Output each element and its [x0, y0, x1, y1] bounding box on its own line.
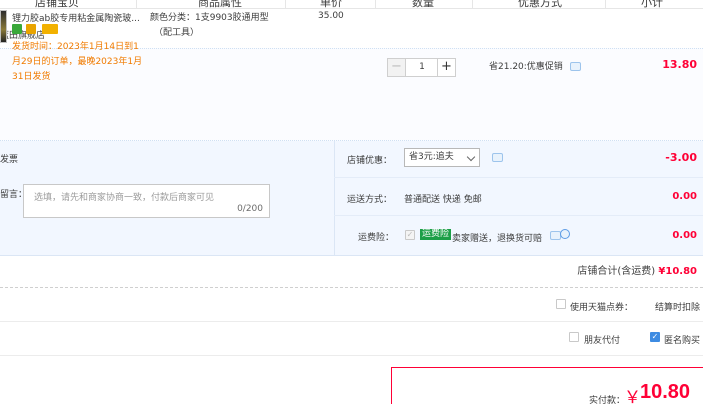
chevron-down-icon	[466, 152, 476, 162]
column-attributes: 商品属性	[198, 0, 242, 9]
invoice-label[interactable]: 发票	[0, 152, 18, 165]
shipping-time-note: 发货时间：2023年1月14日到1 月29日的订单，最晚2023年1月 31日发…	[12, 42, 143, 82]
decrease-quantity-button[interactable]: −	[387, 58, 406, 77]
guarantee-icon	[26, 24, 36, 34]
column-divider	[136, 0, 137, 8]
friend-pay-checkbox[interactable]	[569, 332, 579, 342]
use-points-checkbox[interactable]	[556, 299, 566, 309]
column-header: 店铺宝贝 商品属性 单价 数量 优惠方式 小计	[0, 0, 703, 9]
shop-total-amount: ¥10.80	[658, 266, 697, 277]
freight-insurance-tag: 运费险	[420, 229, 452, 240]
column-divider	[472, 0, 473, 8]
discount-method: 省21.20:优惠促销	[489, 62, 563, 72]
column-divider	[375, 0, 376, 8]
column-unit-price: 单价	[320, 0, 342, 9]
buyer-message-field[interactable]: 选填，请先和商家协商一致，付款后商家可见 0/200	[23, 184, 270, 218]
product-title[interactable]: 锂力胶ab胶专用粘金属陶瓷玻...	[12, 11, 142, 24]
row-divider	[334, 177, 703, 178]
friend-pay-label: 朋友代付	[584, 336, 621, 346]
column-shop-items: 店铺宝贝	[35, 0, 79, 9]
actual-payment-label: 实付款：	[589, 396, 626, 404]
use-points-label: 使用天猫点券：	[570, 303, 634, 313]
anonymous-purchase-checkbox[interactable]: ✓	[650, 332, 660, 342]
shop-total: 店铺合计(含运费) ¥10.80	[577, 266, 697, 277]
actual-payment-amount: 10.80	[640, 381, 691, 403]
freight-insurance-note: 卖家赠送，退换货可赔	[452, 234, 543, 244]
row-divider	[0, 321, 703, 322]
payment-summary: 实付款： ￥ 10.80	[391, 367, 703, 404]
shop-discount-select[interactable]: 省3元:追夫	[404, 148, 480, 167]
insurance-fee: 0.00	[672, 230, 697, 241]
shop-discount-label: 店铺优惠：	[347, 156, 393, 166]
promo-info-icon[interactable]	[570, 62, 581, 71]
freight-insurance-label: 运费险：	[358, 233, 395, 243]
credit-card-icon	[42, 24, 58, 34]
product-attributes: 颜色分类：1支9903胶通用型 （配工具）	[150, 13, 269, 38]
message-char-count: 0/200	[237, 204, 263, 214]
item-subtotal: 13.80	[662, 58, 697, 71]
row-divider	[334, 215, 703, 216]
help-icon[interactable]	[560, 229, 570, 239]
delivery-method: 普通配送 快递 免邮	[404, 195, 482, 205]
row-divider	[0, 355, 703, 356]
discount-info-icon[interactable]	[492, 153, 503, 162]
delivery-label: 运送方式：	[347, 195, 393, 205]
column-quantity: 数量	[412, 0, 434, 9]
message-placeholder: 选填，请先和商家协商一致，付款后商家可见	[34, 193, 215, 203]
panel-divider	[334, 141, 335, 256]
column-divider	[285, 0, 286, 8]
column-divider	[605, 0, 606, 8]
column-subtotal: 小计	[641, 0, 663, 9]
delivery-fee: 0.00	[672, 191, 697, 202]
unit-price: 35.00	[318, 11, 344, 21]
currency-symbol: ￥	[624, 388, 641, 404]
column-discount: 优惠方式	[518, 0, 562, 9]
points-note: 结算时扣除	[655, 303, 701, 313]
section-divider	[0, 287, 703, 288]
anonymous-purchase-label: 匿名购买	[664, 336, 701, 346]
shop-discount-amount: -3.00	[665, 151, 697, 164]
product-thumbnail[interactable]	[0, 10, 7, 43]
seven-day-return-icon	[12, 24, 22, 34]
increase-quantity-button[interactable]: +	[437, 58, 456, 77]
freight-insurance-checkbox[interactable]: ✓	[405, 230, 415, 240]
quantity-input[interactable]: 1	[406, 58, 438, 77]
